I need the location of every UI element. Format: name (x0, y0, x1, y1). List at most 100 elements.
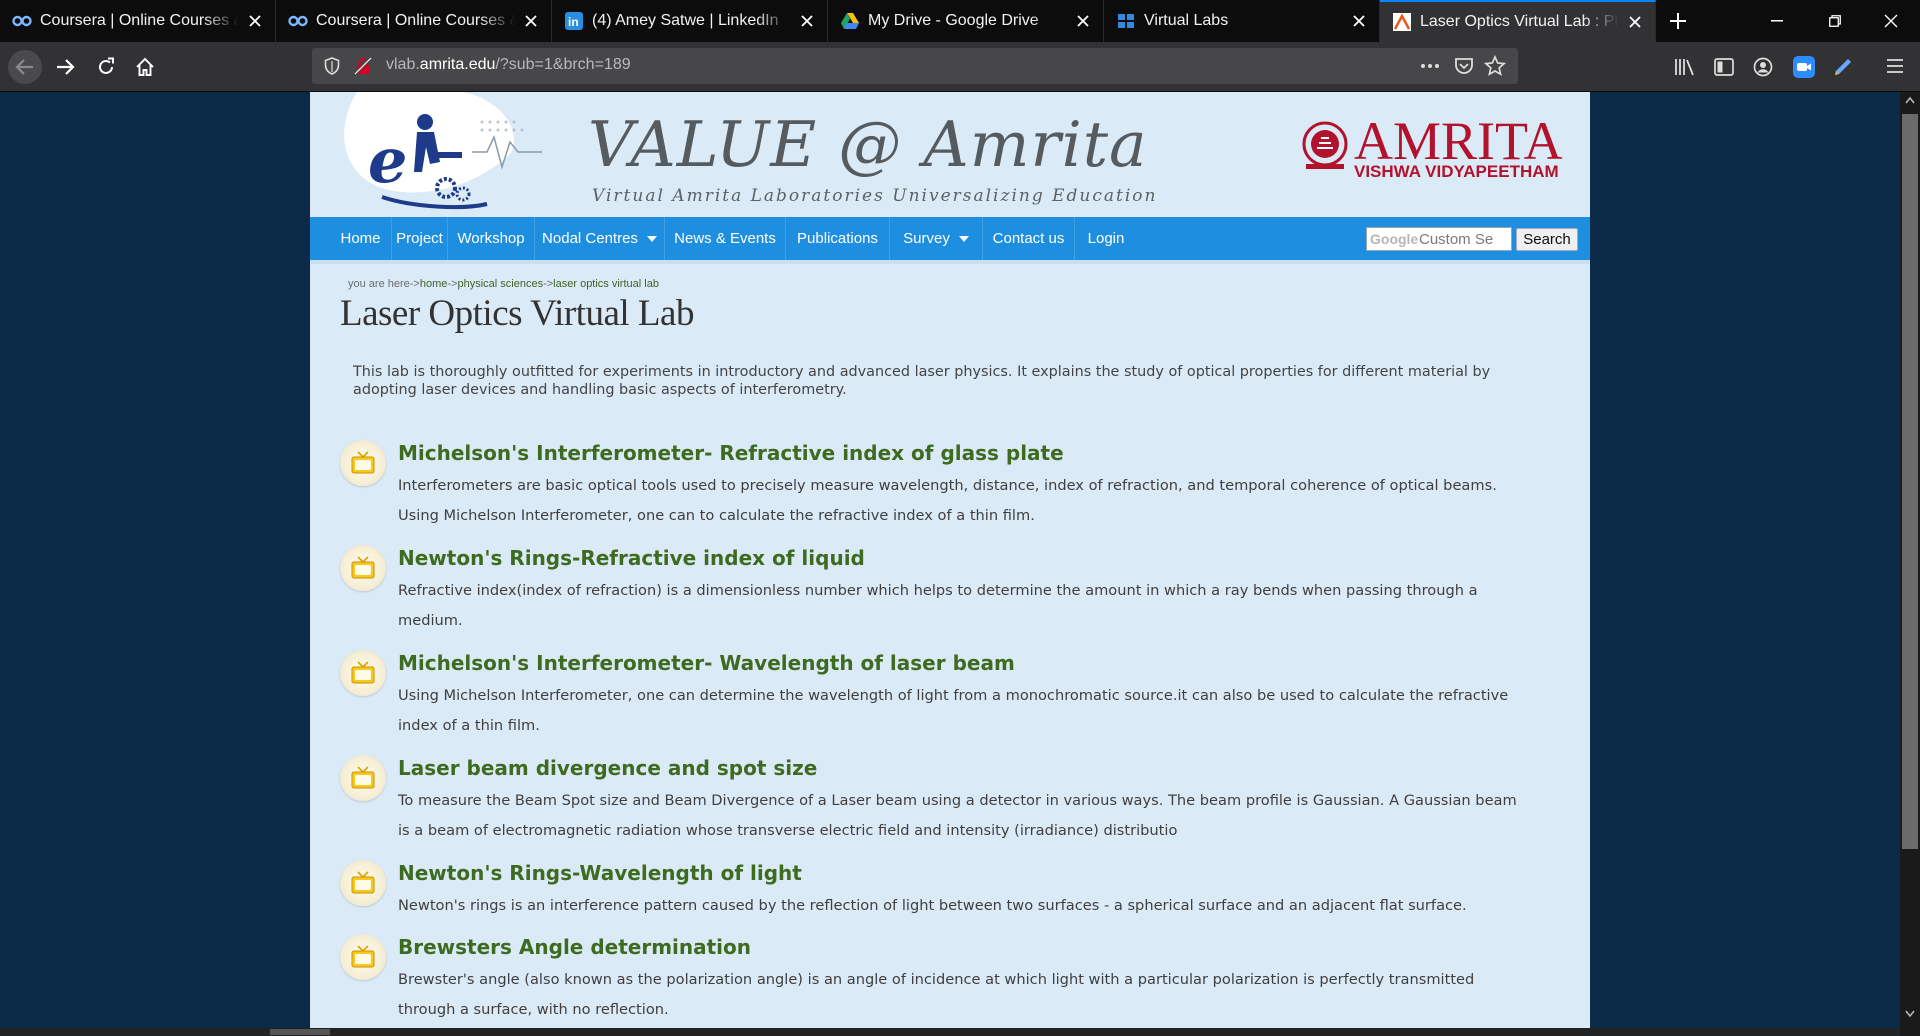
nav-publications[interactable]: Publications (786, 217, 890, 260)
experiment-title-link[interactable]: Michelson's Interferometer- Refractive i… (398, 441, 1064, 465)
nav-login[interactable]: Login (1075, 217, 1137, 260)
page-title: Laser Optics Virtual Lab (340, 293, 694, 334)
url-prefix: vlab. (386, 56, 420, 73)
browser-tab[interactable]: Coursera | Online Courses & Cr (276, 0, 552, 42)
experiment-title-link[interactable]: Newton's Rings-Refractive index of liqui… (398, 546, 865, 570)
tv-icon[interactable] (340, 934, 386, 980)
value-logo-icon[interactable] (322, 92, 582, 217)
minimize-icon (1771, 20, 1783, 22)
close-icon[interactable] (1349, 11, 1369, 31)
nav-project[interactable]: Project (392, 217, 448, 260)
account-icon[interactable] (1753, 57, 1773, 81)
browser-tab[interactable]: in (4) Amey Satwe | LinkedIn (552, 0, 828, 42)
sidebar-icon[interactable] (1714, 57, 1734, 81)
reload-button[interactable] (89, 50, 123, 84)
nav-label: Nodal Centres (542, 230, 638, 247)
experiment-description: Interferometers are basic optical tools … (398, 477, 1497, 524)
home-button[interactable] (128, 50, 162, 84)
zoom-extension-icon[interactable] (1793, 56, 1815, 82)
tv-icon[interactable] (340, 440, 386, 486)
tab-label: Coursera | Online Courses & Cr (316, 12, 515, 29)
arrow-left-icon (15, 59, 33, 75)
experiment-description: Newton's rings is an interference patter… (398, 897, 1467, 914)
breadcrumb-home[interactable]: home (420, 278, 448, 290)
svg-text:in: in (568, 15, 579, 29)
browser-toolbar: vlab.amrita.edu/?sub=1&brch=189 (0, 42, 1920, 92)
experiment-title-link[interactable]: Brewsters Angle determination (398, 935, 751, 959)
search-box: Google (1366, 227, 1512, 251)
tv-icon[interactable] (340, 860, 386, 906)
coursera-icon (12, 11, 32, 31)
shield-icon[interactable] (324, 57, 340, 79)
experiment-title-link[interactable]: Laser beam divergence and spot size (398, 756, 817, 780)
forward-button[interactable] (48, 50, 82, 84)
nav-survey[interactable]: Survey (890, 217, 983, 260)
tab-label: Laser Optics Virtual Lab : Physic (1420, 13, 1619, 30)
new-tab-button[interactable] (1656, 0, 1700, 42)
nav-home[interactable]: Home (330, 217, 392, 260)
close-icon[interactable] (521, 11, 541, 31)
chevron-down-icon (958, 235, 969, 242)
nav-label: Home (340, 230, 381, 247)
breadcrumb-physical-sciences[interactable]: physical sciences (457, 278, 543, 290)
coursera-icon (288, 11, 308, 31)
nav-contact-us[interactable]: Contact us (983, 217, 1075, 260)
tv-icon[interactable] (340, 545, 386, 591)
amrita-seal-icon[interactable] (1300, 120, 1350, 172)
close-icon[interactable] (797, 11, 817, 31)
main-nav: Home Project Workshop Nodal Centres News… (310, 217, 1590, 264)
menu-icon[interactable] (1886, 58, 1904, 78)
experiment-title-link[interactable]: Newton's Rings-Wavelength of light (398, 861, 802, 885)
home-icon (136, 57, 154, 76)
chevron-down-icon (646, 235, 657, 242)
url-text: vlab.amrita.edu/?sub=1&brch=189 (386, 56, 631, 74)
insecure-lock-icon[interactable] (353, 56, 373, 79)
tab-label: Coursera | Online Courses & Cr (40, 12, 239, 29)
address-bar[interactable]: vlab.amrita.edu/?sub=1&brch=189 (312, 48, 1518, 84)
horizontal-scrollbar[interactable] (0, 1028, 1900, 1036)
close-icon[interactable] (245, 11, 265, 31)
arrow-right-icon (57, 59, 75, 75)
nav-label: Project (396, 230, 443, 247)
browser-tab[interactable]: Coursera | Online Courses & Cr (0, 0, 276, 42)
scrollbar-thumb[interactable] (270, 1029, 330, 1035)
browser-tab[interactable]: My Drive - Google Drive (828, 0, 1104, 42)
breadcrumb-separator: -> (447, 278, 458, 290)
page-actions-icon[interactable] (1420, 57, 1440, 79)
chevron-up-icon[interactable] (1905, 96, 1915, 104)
pen-extension-icon[interactable] (1832, 56, 1854, 82)
tv-icon[interactable] (340, 755, 386, 801)
reload-icon (99, 57, 114, 74)
logo-letter: e (368, 124, 408, 197)
tv-icon[interactable] (340, 650, 386, 696)
nav-news-events[interactable]: News & Events (665, 217, 786, 260)
search-button[interactable]: Search (1516, 228, 1578, 251)
nav-label: Contact us (992, 230, 1065, 247)
vlab-favicon-icon (1392, 12, 1412, 32)
close-icon (1884, 14, 1898, 28)
experiment-description: To measure the Beam Spot size and Beam D… (398, 792, 1517, 839)
back-button[interactable] (8, 50, 42, 84)
close-icon[interactable] (1073, 11, 1093, 31)
amrita-name[interactable]: AMRITA (1354, 114, 1563, 168)
scrollbar-thumb[interactable] (1902, 114, 1918, 849)
experiment-description: Brewster's angle (also known as the pola… (398, 971, 1475, 1018)
amrita-subtitle: VISHWA VIDYAPEETHAM (1354, 162, 1559, 181)
browser-tab[interactable]: Virtual Labs (1104, 0, 1380, 42)
experiment-description: Refractive index(index of refraction) is… (398, 582, 1478, 629)
restore-button[interactable] (1806, 0, 1864, 42)
browser-tab-active[interactable]: Laser Optics Virtual Lab : Physic (1380, 0, 1656, 42)
pocket-icon[interactable] (1454, 56, 1474, 80)
minimize-button[interactable] (1748, 0, 1806, 42)
bookmark-star-icon[interactable] (1483, 54, 1507, 81)
plus-icon (1670, 13, 1686, 29)
nav-nodal-centres[interactable]: Nodal Centres (535, 217, 665, 260)
experiment-title-link[interactable]: Michelson's Interferometer- Wavelength o… (398, 651, 1015, 675)
close-icon[interactable] (1625, 12, 1645, 32)
browser-tab-bar: Coursera | Online Courses & Cr Coursera … (0, 0, 1920, 42)
close-window-button[interactable] (1862, 0, 1920, 42)
breadcrumb-current[interactable]: laser optics virtual lab (553, 278, 659, 290)
chevron-down-icon[interactable] (1905, 1010, 1915, 1018)
nav-workshop[interactable]: Workshop (448, 217, 535, 260)
library-icon[interactable] (1674, 57, 1696, 81)
